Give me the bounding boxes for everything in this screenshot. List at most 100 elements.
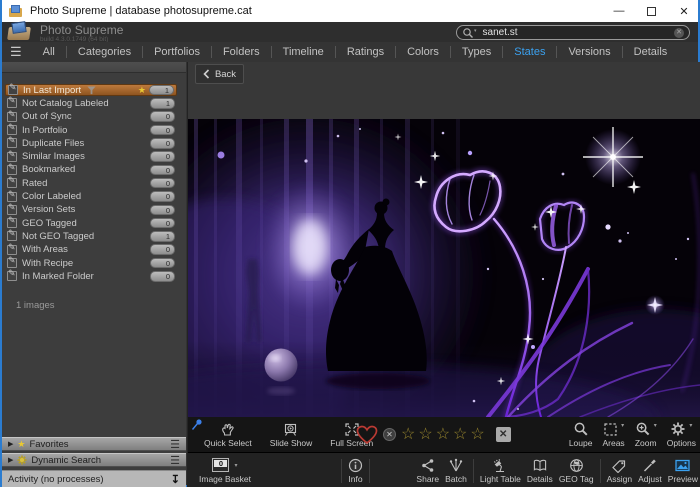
- filter-count-badge: 0: [150, 191, 175, 202]
- brush-icon: [642, 457, 657, 473]
- adjust-button[interactable]: Adjust: [635, 457, 665, 484]
- edit-checkbox-icon[interactable]: ✎: [7, 165, 17, 175]
- edit-checkbox-icon[interactable]: ✎: [8, 85, 18, 95]
- divider: [369, 459, 370, 483]
- dropdown-caret-icon[interactable]: ▾: [621, 422, 624, 429]
- rating-star-icon[interactable]: ☆: [453, 427, 467, 443]
- search-value[interactable]: sanet.st: [479, 27, 674, 38]
- close-button-icon[interactable]: ✕: [678, 5, 690, 18]
- assign-button[interactable]: Assign: [604, 457, 636, 484]
- filter-row-not-geo-tagged[interactable]: ✎ Not GEO Tagged 1: [5, 230, 177, 242]
- filter-count-badge: 0: [150, 218, 175, 229]
- minimize-button-icon[interactable]: —: [613, 5, 625, 17]
- filter-row-with-recipe[interactable]: ✎With Recipe0: [5, 257, 177, 269]
- zoom-button[interactable]: ▾ Zoom: [633, 417, 659, 452]
- edit-checkbox-icon[interactable]: ✎: [7, 125, 17, 135]
- batch-button[interactable]: Batch: [442, 457, 470, 484]
- filter-row-similar-images[interactable]: ✎Similar Images0: [5, 150, 177, 162]
- edit-checkbox-icon[interactable]: ✎: [7, 205, 17, 215]
- expand-triangle-icon[interactable]: ▶: [8, 456, 13, 464]
- filter-row-rated[interactable]: ✎Rated0: [5, 177, 177, 189]
- panel-menu-icon[interactable]: ☰: [170, 454, 180, 467]
- filter-label: Not GEO Tagged: [22, 231, 94, 242]
- activity-collapse-icon[interactable]: ↧: [171, 473, 180, 486]
- clear-rating-icon[interactable]: ✕: [496, 427, 511, 442]
- star-rating[interactable]: ☆☆☆☆☆: [401, 427, 485, 443]
- app-header: Photo Supreme build 4.3.0.1749 (64 bit) …: [2, 22, 698, 42]
- filter-label: Version Sets: [22, 204, 75, 215]
- clear-favorite-icon[interactable]: ✕: [383, 428, 396, 441]
- quick-select-button[interactable]: Quick Select: [202, 417, 254, 452]
- filter-row-in-portfolio[interactable]: ✎In Portfolio0: [5, 124, 177, 136]
- edit-checkbox-icon[interactable]: ✎: [7, 231, 17, 241]
- edit-checkbox-icon[interactable]: ✎: [7, 258, 17, 268]
- edit-checkbox-icon[interactable]: ✎: [7, 138, 17, 148]
- rating-star-icon[interactable]: ☆: [418, 427, 432, 443]
- dropdown-caret-icon[interactable]: ▾: [234, 462, 237, 469]
- slide-show-button[interactable]: Slide Show: [268, 417, 315, 452]
- tab-versions[interactable]: Versions: [557, 42, 621, 62]
- filter-row-version-sets[interactable]: ✎Version Sets0: [5, 204, 177, 216]
- activity-bar[interactable]: Activity (no processes) ↧: [2, 470, 186, 487]
- filter-label: Rated: [22, 178, 47, 189]
- info-button[interactable]: Info: [345, 457, 366, 484]
- filter-row-not-catalog-labeled[interactable]: ✎Not Catalog Labeled1: [5, 97, 177, 109]
- areas-button[interactable]: ▾ Areas: [600, 417, 626, 452]
- tab-colors[interactable]: Colors: [396, 42, 450, 62]
- edit-checkbox-icon[interactable]: ✎: [7, 152, 17, 162]
- panel-menu-icon[interactable]: ☰: [170, 438, 180, 451]
- filter-row-bookmarked[interactable]: ✎Bookmarked0: [5, 164, 177, 176]
- favorites-label: Favorites: [29, 439, 68, 450]
- dropdown-caret-icon[interactable]: ▾: [689, 422, 692, 429]
- rating-star-icon[interactable]: ☆: [470, 427, 484, 443]
- geo-tag-button[interactable]: GEO Tag: [556, 457, 597, 484]
- filter-row-with-areas[interactable]: ✎With Areas0: [5, 244, 177, 256]
- preview-button[interactable]: Preview: [665, 457, 700, 484]
- tab-categories[interactable]: Categories: [67, 42, 142, 62]
- edit-checkbox-icon[interactable]: ✎: [7, 112, 17, 122]
- edit-checkbox-icon[interactable]: ✎: [7, 98, 17, 108]
- tab-all[interactable]: All: [32, 42, 66, 62]
- edit-checkbox-icon[interactable]: ✎: [7, 271, 17, 281]
- loupe-button[interactable]: Loupe: [567, 417, 595, 452]
- favorites-panel-header[interactable]: ▶ ★ Favorites ☰: [2, 437, 186, 451]
- tab-types[interactable]: Types: [451, 42, 502, 62]
- edit-checkbox-icon[interactable]: ✎: [7, 245, 17, 255]
- filter-row-in-marked-folder[interactable]: ✎In Marked Folder0: [5, 270, 177, 282]
- favorite-heart-icon[interactable]: [356, 425, 378, 445]
- maximize-button-icon[interactable]: [647, 7, 656, 16]
- details-button[interactable]: Details: [524, 457, 556, 484]
- photo-preview[interactable]: [188, 119, 700, 417]
- image-basket-button[interactable]: 0 ▾ Image Basket: [196, 457, 254, 484]
- dropdown-caret-icon[interactable]: ▾: [654, 422, 657, 429]
- light-table-button[interactable]: Light Table: [477, 457, 524, 484]
- expand-triangle-icon[interactable]: ▶: [8, 440, 13, 448]
- tab-folders[interactable]: Folders: [212, 42, 271, 62]
- filter-row-color-labeled[interactable]: ✎Color Labeled0: [5, 190, 177, 202]
- rating-star-icon[interactable]: ☆: [401, 427, 415, 443]
- tab-ratings[interactable]: Ratings: [336, 42, 395, 62]
- tab-timeline[interactable]: Timeline: [272, 42, 335, 62]
- tab-portfolios[interactable]: Portfolios: [143, 42, 211, 62]
- edit-checkbox-icon[interactable]: ✎: [7, 192, 17, 202]
- share-icon: [420, 457, 435, 473]
- search-clear-icon[interactable]: ✕: [674, 28, 684, 38]
- filter-row-duplicate-files[interactable]: ✎Duplicate Files0: [5, 137, 177, 149]
- filter-row-geo-tagged[interactable]: ✎GEO Tagged0: [5, 217, 177, 229]
- back-button[interactable]: Back: [195, 64, 244, 84]
- share-button[interactable]: Share: [413, 457, 442, 484]
- basket-count: 0: [214, 460, 227, 467]
- options-button[interactable]: ▾ Options: [665, 417, 698, 452]
- filter-count-badge: 1: [150, 231, 175, 242]
- edit-checkbox-icon[interactable]: ✎: [7, 178, 17, 188]
- tab-states[interactable]: States: [503, 42, 556, 62]
- menu-hamburger-icon[interactable]: ☰: [10, 44, 22, 60]
- search-input[interactable]: ▾ sanet.st ✕: [456, 25, 690, 40]
- edit-checkbox-icon[interactable]: ✎: [7, 218, 17, 228]
- dynamic-search-panel-header[interactable]: ▶ Dynamic Search ☰: [2, 453, 186, 467]
- tab-details[interactable]: Details: [623, 42, 679, 62]
- rating-star-icon[interactable]: ☆: [436, 427, 450, 443]
- search-scope-caret-icon[interactable]: ▾: [474, 28, 477, 34]
- filter-row-in-last-import[interactable]: ✎In Last Import★1: [5, 84, 177, 96]
- filter-row-out-of-sync[interactable]: ✎Out of Sync0: [5, 111, 177, 123]
